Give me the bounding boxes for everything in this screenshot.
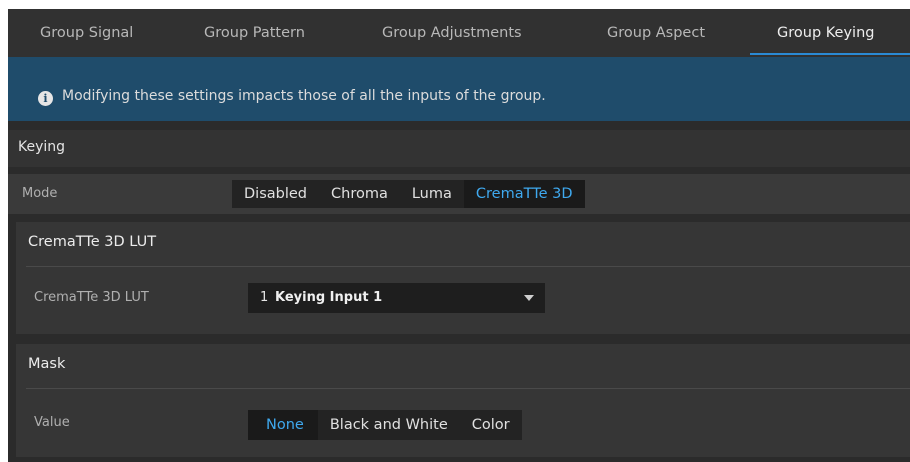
mode-option-chroma[interactable]: Chroma: [319, 180, 400, 208]
mode-option-disabled[interactable]: Disabled: [232, 180, 319, 208]
tab-group-signal[interactable]: Group Signal: [40, 9, 133, 57]
tab-group-adjustments[interactable]: Group Adjustments: [382, 9, 522, 57]
info-message: Modifying these settings impacts those o…: [62, 88, 546, 104]
chevron-down-icon: [524, 295, 534, 301]
divider: [26, 388, 910, 389]
mask-option-none[interactable]: None: [248, 410, 318, 440]
mode-row: Mode Disabled Chroma Luma CremaTTe 3D: [8, 174, 910, 214]
crematte-lut-label: CremaTTe 3D LUT: [34, 290, 149, 305]
divider: [26, 266, 910, 267]
active-tab-indicator: [750, 53, 910, 55]
mode-option-luma[interactable]: Luma: [400, 180, 464, 208]
keying-section-header: Keying: [8, 130, 910, 167]
mode-selector: Disabled Chroma Luma CremaTTe 3D: [232, 180, 585, 208]
crematte-lut-title: CremaTTe 3D LUT: [28, 234, 157, 250]
mask-value-label: Value: [34, 415, 70, 430]
mask-value-selector: None Black and White Color: [248, 410, 522, 440]
crematte-lut-dropdown[interactable]: 1 Keying Input 1: [248, 283, 545, 313]
tab-group-keying[interactable]: Group Keying: [777, 9, 874, 57]
tab-bar: Group Signal Group Pattern Group Adjustm…: [8, 9, 910, 57]
mask-panel: Mask Value None Black and White Color: [16, 344, 910, 457]
tab-group-aspect[interactable]: Group Aspect: [607, 9, 705, 57]
crematte-lut-panel: CremaTTe 3D LUT CremaTTe 3D LUT 1 Keying…: [16, 222, 910, 334]
dropdown-selected-value: Keying Input 1: [275, 290, 383, 305]
info-icon: i: [38, 91, 53, 106]
mask-option-black-and-white[interactable]: Black and White: [318, 410, 460, 440]
mode-option-crematte-3d[interactable]: CremaTTe 3D: [463, 180, 585, 208]
dropdown-input-number: 1: [260, 290, 269, 305]
tab-group-pattern[interactable]: Group Pattern: [204, 9, 305, 57]
mask-title: Mask: [28, 356, 66, 372]
mode-label: Mode: [22, 186, 58, 201]
keying-title: Keying: [18, 139, 66, 155]
info-banner: i Modifying these settings impacts those…: [8, 57, 910, 121]
group-keying-window: Group Signal Group Pattern Group Adjustm…: [8, 9, 910, 462]
mask-option-color[interactable]: Color: [460, 410, 522, 440]
